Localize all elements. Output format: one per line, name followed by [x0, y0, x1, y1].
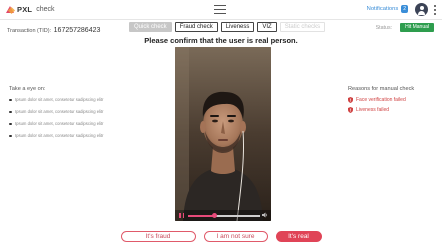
reason-text: Face verification failed [356, 97, 406, 103]
video-player[interactable] [175, 47, 271, 221]
logo-subtitle: check [36, 6, 55, 13]
video-progress-track[interactable] [188, 213, 260, 218]
transaction-id-label: Transaction (TID): [7, 28, 52, 34]
reasons-title: Reasons for manual check [348, 86, 415, 92]
tab-liveness[interactable]: Liveness [220, 22, 255, 32]
tab-viz[interactable]: VIZ [257, 22, 277, 32]
tab-quick-check[interactable]: Quick check [129, 22, 172, 32]
bullet-icon [9, 98, 12, 101]
reasons-panel: Reasons for manual check Face verificati… [348, 86, 442, 117]
reason-item: Face verification failed [348, 97, 442, 103]
list-item-text: Ipsum dolor sit amet, consetetur sadipsc… [15, 133, 104, 138]
transaction-id: Transaction (TID): 167257286423 [7, 27, 100, 34]
volume-icon[interactable] [262, 212, 268, 218]
video-progress-handle[interactable] [212, 213, 218, 218]
notifications-label: Notifications [366, 6, 399, 12]
list-item: Ipsum dolor sit amet, consetetur sadipsc… [9, 133, 109, 138]
shield-warning-icon [348, 97, 353, 103]
reason-text: Liveness failed [356, 107, 390, 113]
eye-on-title: Take a eye on: [9, 86, 46, 92]
its-real-button[interactable]: It's real [275, 231, 322, 242]
list-item: Ipsum dolor sit amet, consetetur sadipsc… [9, 97, 109, 102]
status-badge: Hit Manual [400, 23, 434, 32]
pxl-logo-icon [6, 5, 16, 15]
more-options-icon[interactable] [433, 5, 436, 15]
video-controls [175, 210, 271, 221]
status-area: Status: Hit Manual [376, 23, 434, 32]
list-item-text: Ipsum dolor sit amet, consetetur sadipsc… [15, 121, 104, 126]
decision-actions: It's fraud I am not sure It's real [0, 231, 442, 242]
hamburger-menu-icon[interactable] [214, 5, 226, 14]
not-sure-button[interactable]: I am not sure [203, 231, 268, 242]
notifications-count-badge: 2 [401, 5, 408, 13]
user-avatar-icon[interactable] [415, 3, 428, 16]
video-progress-fill [188, 215, 215, 217]
eye-on-panel: Take a eye on: Ipsum dolor sit amet, con… [9, 86, 109, 145]
list-item-text: Ipsum dolor sit amet, consetetur sadipsc… [15, 97, 104, 102]
notifications-link[interactable]: Notifications 2 [367, 5, 408, 13]
tab-fraud-check[interactable]: Fraud check [174, 22, 218, 32]
check-tabs: Quick check Fraud check Liveness VIZ Sta… [129, 22, 326, 32]
eye-on-list: Ipsum dolor sit amet, consetetur sadipsc… [9, 97, 109, 138]
its-fraud-button[interactable]: It's fraud [120, 231, 196, 242]
shield-warning-icon [348, 107, 353, 113]
list-item-text: Ipsum dolor sit amet, consetetur sadipsc… [15, 109, 104, 114]
confirm-prompt: Please confirm that the user is real per… [144, 36, 298, 45]
bullet-icon [9, 110, 12, 113]
pxl-logo[interactable]: PXL check [6, 5, 55, 15]
user-selfie-video-frame [175, 47, 271, 221]
list-item: Ipsum dolor sit amet, consetetur sadipsc… [9, 121, 109, 126]
status-label: Status: [375, 24, 393, 31]
tab-static-checks[interactable]: Static checks [279, 22, 326, 32]
top-bar: PXL check Notifications 2 [0, 0, 442, 20]
reason-item: Liveness failed [348, 107, 442, 113]
bullet-icon [9, 134, 12, 137]
list-item: Ipsum dolor sit amet, consetetur sadipsc… [9, 109, 109, 114]
logo-text: PXL [17, 5, 33, 14]
transaction-id-value: 167257286423 [53, 27, 101, 34]
pause-icon[interactable] [179, 213, 184, 218]
bullet-icon [9, 122, 12, 125]
